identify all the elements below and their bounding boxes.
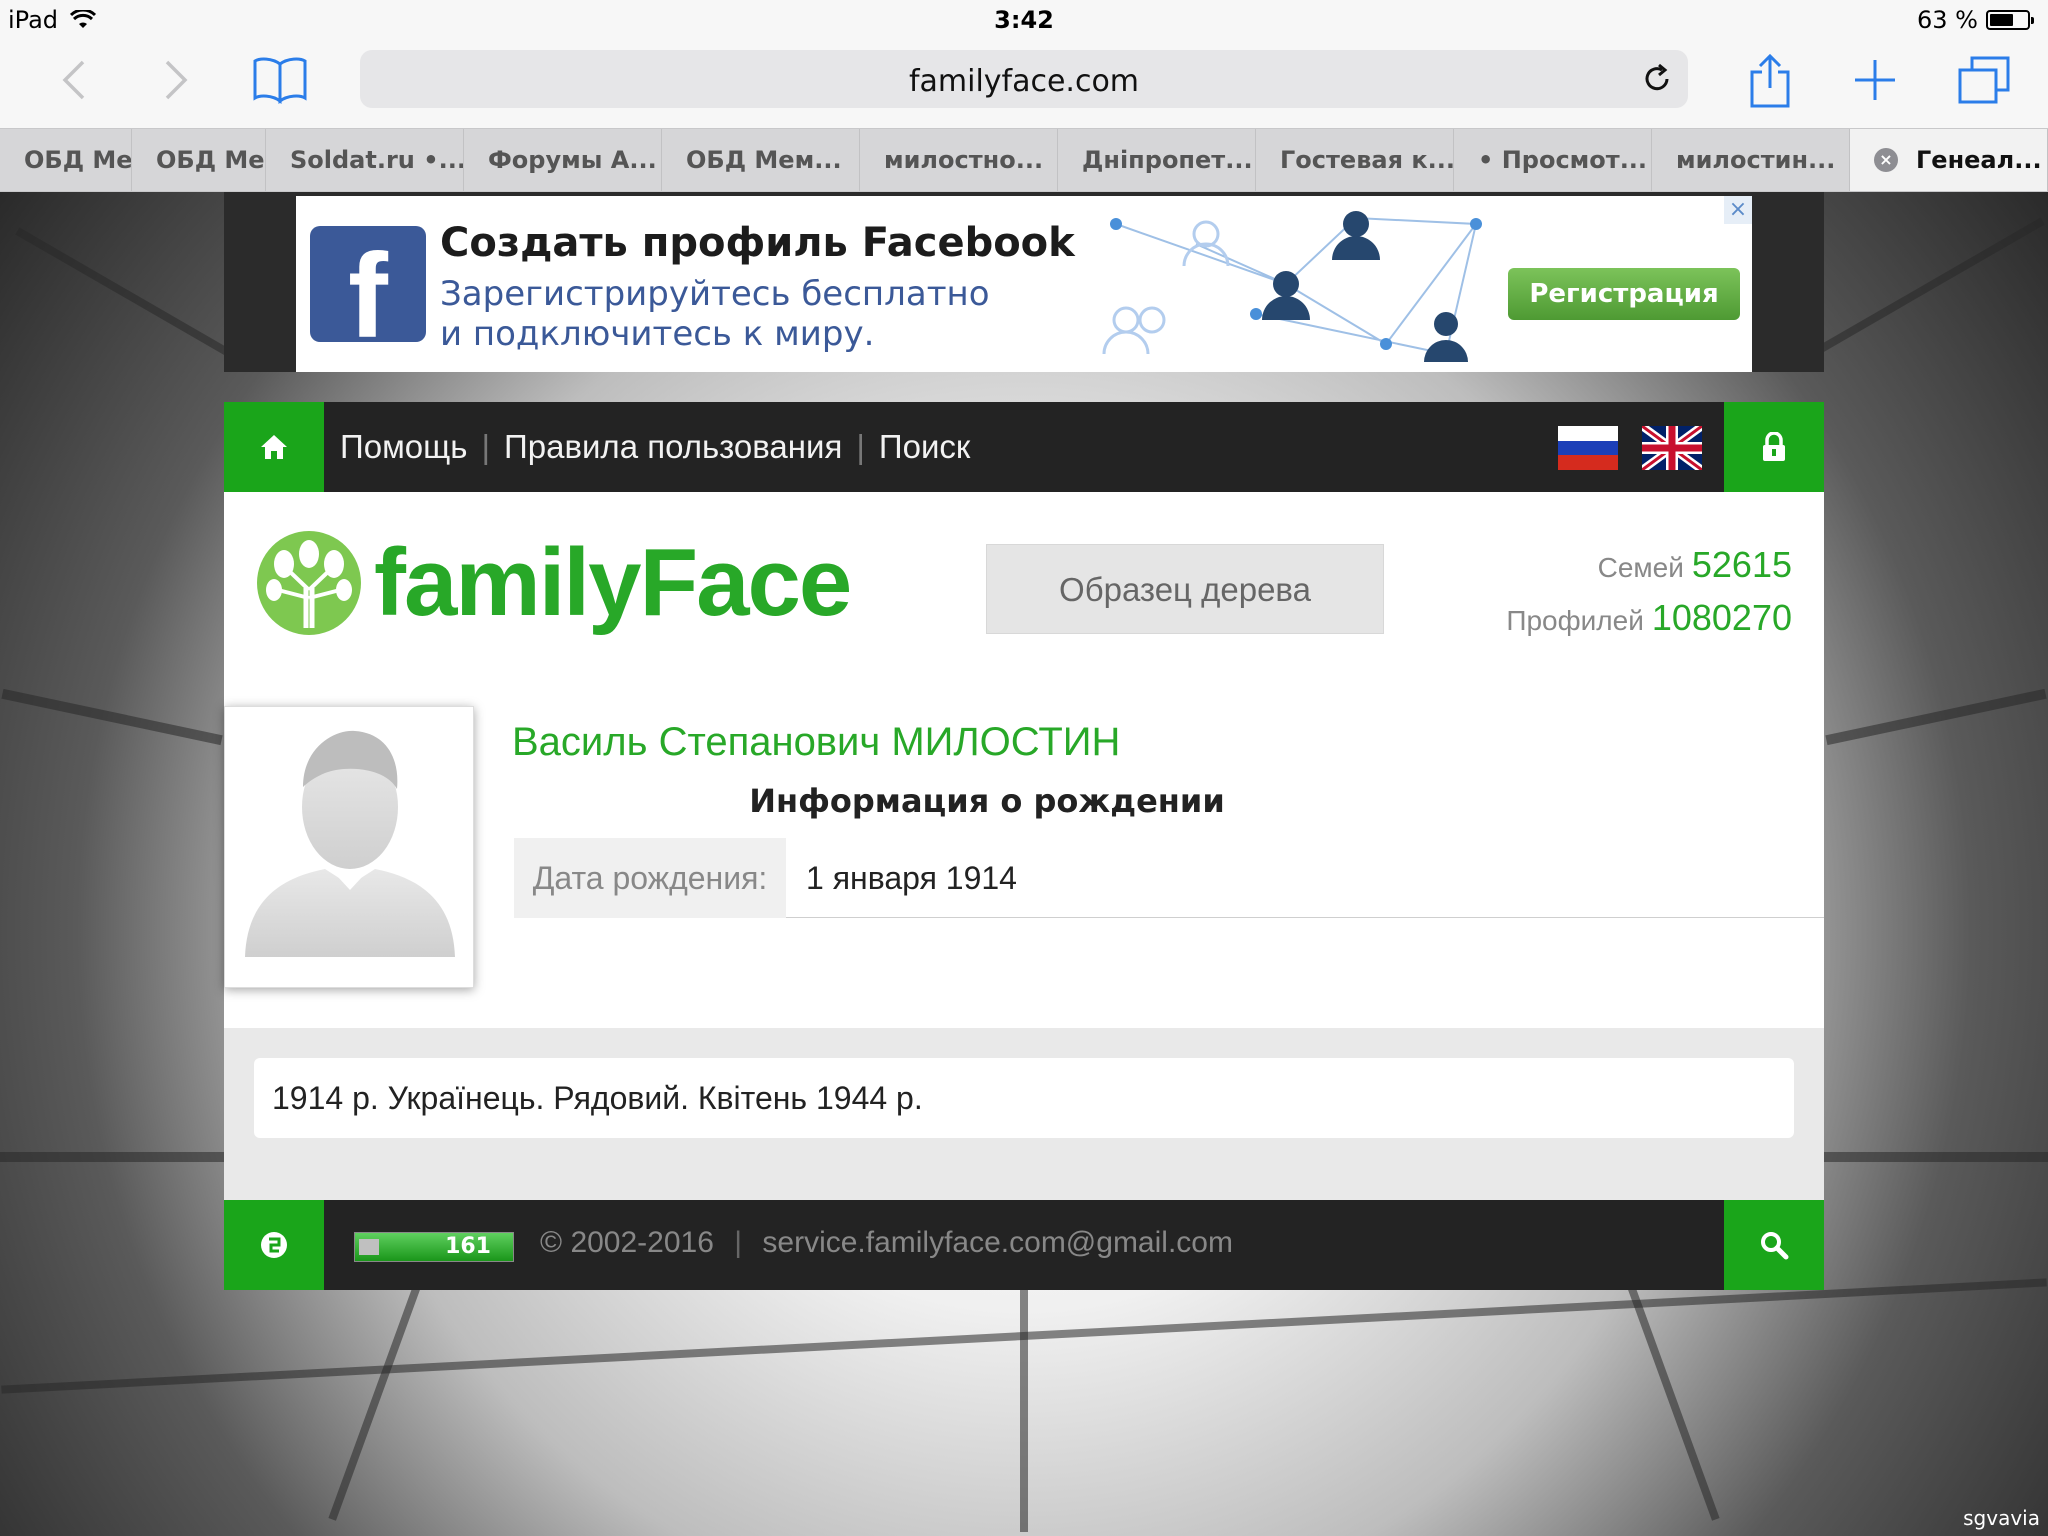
forward-icon	[165, 60, 188, 100]
browser-tab-label: милостно...	[884, 146, 1044, 174]
share-icon	[1750, 53, 1790, 108]
ad-text-line: Зарегистрируйтесь бесплатно	[440, 274, 990, 314]
site-container: Помощь | Правила пользования | Поиск fam…	[224, 402, 1824, 1290]
person-placeholder-icon	[245, 730, 455, 957]
nav-link-rules[interactable]: Правила пользования	[504, 428, 842, 466]
site-logo[interactable]: familyFace	[254, 528, 852, 638]
facebook-logo-icon: f	[310, 226, 426, 342]
nav-link-search[interactable]: Поиск	[879, 428, 970, 466]
site-logo-text: familyFace	[374, 529, 852, 636]
browser-tab[interactable]: милостно...	[860, 129, 1058, 191]
battery-icon	[1986, 10, 2034, 30]
ad-close-icon[interactable]: ×	[1724, 196, 1752, 224]
browser-tab[interactable]: ОБД Мем	[0, 129, 132, 191]
browser-tab-label: • Просмот...	[1478, 146, 1648, 174]
bookmarks-button[interactable]	[248, 48, 312, 112]
nav-separator: |	[856, 428, 865, 465]
tabs-overview-button[interactable]	[1956, 48, 2012, 112]
main-content: familyFace Образец дерева Семей 52615 Про…	[224, 492, 1824, 1290]
tree-logo-icon	[257, 531, 361, 635]
browser-toolbar: familyface.com	[0, 40, 2048, 128]
browser-tab[interactable]: Гостевая к...	[1256, 129, 1454, 191]
web-page: f Создать профиль Facebook Зарегистрируй…	[0, 192, 2048, 1536]
browser-tab-label: ОБД Мем...	[686, 146, 842, 174]
reload-icon	[1645, 63, 1669, 91]
copyright-text: © 2002-2016	[540, 1226, 714, 1259]
copyright-circle-icon	[261, 1232, 287, 1258]
site-footer: 161 © 2002-2016 | service.familyface.com…	[224, 1200, 1824, 1290]
browser-tab-label: Дніпропет...	[1082, 146, 1253, 174]
families-count: 52615	[1691, 544, 1792, 585]
background-decoration	[1825, 688, 2047, 746]
site-stats: Семей 52615 Профилей 1080270	[1506, 540, 1792, 646]
birth-date-value: 1 января 1914	[806, 860, 1017, 896]
login-button[interactable]	[1724, 402, 1824, 492]
profiles-count: 1080270	[1651, 597, 1792, 638]
notes-section: 1914 р. Українець. Рядовий. Квітень 1944…	[224, 1028, 1824, 1200]
search-icon	[1761, 1232, 1789, 1260]
families-label: Семей	[1597, 552, 1684, 583]
browser-tab-label: милостин...	[1676, 146, 1836, 174]
background-decoration	[15, 227, 245, 365]
battery-percent: 63 %	[1917, 6, 1978, 34]
browser-tab-label: Форумы А...	[488, 146, 657, 174]
bookmarks-icon	[253, 57, 307, 104]
footer-search-button[interactable]	[1724, 1200, 1824, 1290]
browser-tab[interactable]: Soldat.ru •...	[266, 129, 464, 191]
browser-tabs: ОБД Мем ОБД Мем Soldat.ru •... Форумы А... О…	[0, 128, 2048, 192]
contact-email-link[interactable]: service.familyface.com@gmail.com	[762, 1226, 1233, 1259]
nav-separator: |	[481, 428, 491, 465]
browser-tab[interactable]: ОБД Мем	[132, 129, 266, 191]
footer-menu-button[interactable]	[224, 1200, 324, 1290]
reload-button[interactable]	[1640, 62, 1674, 100]
browser-tab-label: Генеал...	[1916, 146, 2042, 174]
birth-info-heading: Информация о рождении	[749, 782, 1225, 820]
browser-tab[interactable]: × Генеал...	[1850, 129, 2048, 191]
nav-link-help[interactable]: Помощь	[340, 428, 467, 466]
browser-tab-label: Soldat.ru •...	[290, 146, 464, 174]
browser-tab[interactable]: • Просмот...	[1454, 129, 1652, 191]
new-tab-button[interactable]	[1850, 48, 1900, 112]
person-name: Василь Степанович МИЛОСТИН	[512, 720, 1121, 764]
browser-tab-label: Гостевая к...	[1280, 146, 1454, 174]
sample-tree-button[interactable]: Образец дерева	[986, 544, 1384, 634]
ad-register-button[interactable]: Регистрация	[1508, 268, 1740, 320]
watermark: sgvavia	[1963, 1506, 2040, 1530]
uk-flag-icon[interactable]	[1642, 426, 1702, 470]
profile-avatar[interactable]	[224, 706, 474, 988]
footer-separator: |	[734, 1226, 743, 1259]
clock: 3:42	[994, 6, 1054, 34]
forward-button[interactable]	[152, 48, 202, 112]
back-button[interactable]	[48, 48, 98, 112]
home-icon	[261, 435, 287, 459]
background-decoration	[1, 688, 223, 746]
browser-tab[interactable]: Форумы А...	[464, 129, 662, 191]
home-button[interactable]	[224, 402, 324, 492]
facebook-ad-banner[interactable]: f Создать профиль Facebook Зарегистрируй…	[296, 196, 1752, 372]
browser-tab-label: ОБД Мем	[24, 146, 132, 174]
top-nav: Помощь | Правила пользования | Поиск	[224, 402, 1824, 492]
birth-date-row: Дата рождения: 1 января 1914	[514, 838, 1824, 918]
close-tab-icon[interactable]: ×	[1874, 148, 1898, 172]
share-button[interactable]	[1742, 48, 1798, 112]
back-icon	[62, 60, 85, 100]
new-tab-icon	[1855, 60, 1895, 100]
address-bar[interactable]: familyface.com	[360, 50, 1688, 108]
browser-tab[interactable]: милостин...	[1652, 129, 1850, 191]
russian-flag-icon[interactable]	[1558, 426, 1618, 470]
visitor-counter[interactable]: 161	[354, 1232, 514, 1262]
browser-tab[interactable]: Дніпропет...	[1058, 129, 1256, 191]
ad-text-line: и подключитесь к миру.	[440, 314, 875, 354]
lock-icon	[1763, 432, 1785, 461]
browser-tab-label: ОБД Мем	[156, 146, 265, 174]
browser-tab[interactable]: ОБД Мем...	[662, 129, 860, 191]
ad-headline: Создать профиль Facebook	[440, 220, 1075, 266]
profiles-label: Профилей	[1506, 605, 1644, 636]
tabs-icon	[1958, 56, 2010, 104]
birth-date-label: Дата рождения:	[514, 838, 786, 918]
status-bar: iPad 3:42 63 %	[0, 0, 2048, 40]
url-text: familyface.com	[908, 64, 1140, 99]
profile-note: 1914 р. Українець. Рядовий. Квітень 1944…	[254, 1058, 1794, 1138]
background-decoration	[1815, 217, 2045, 355]
